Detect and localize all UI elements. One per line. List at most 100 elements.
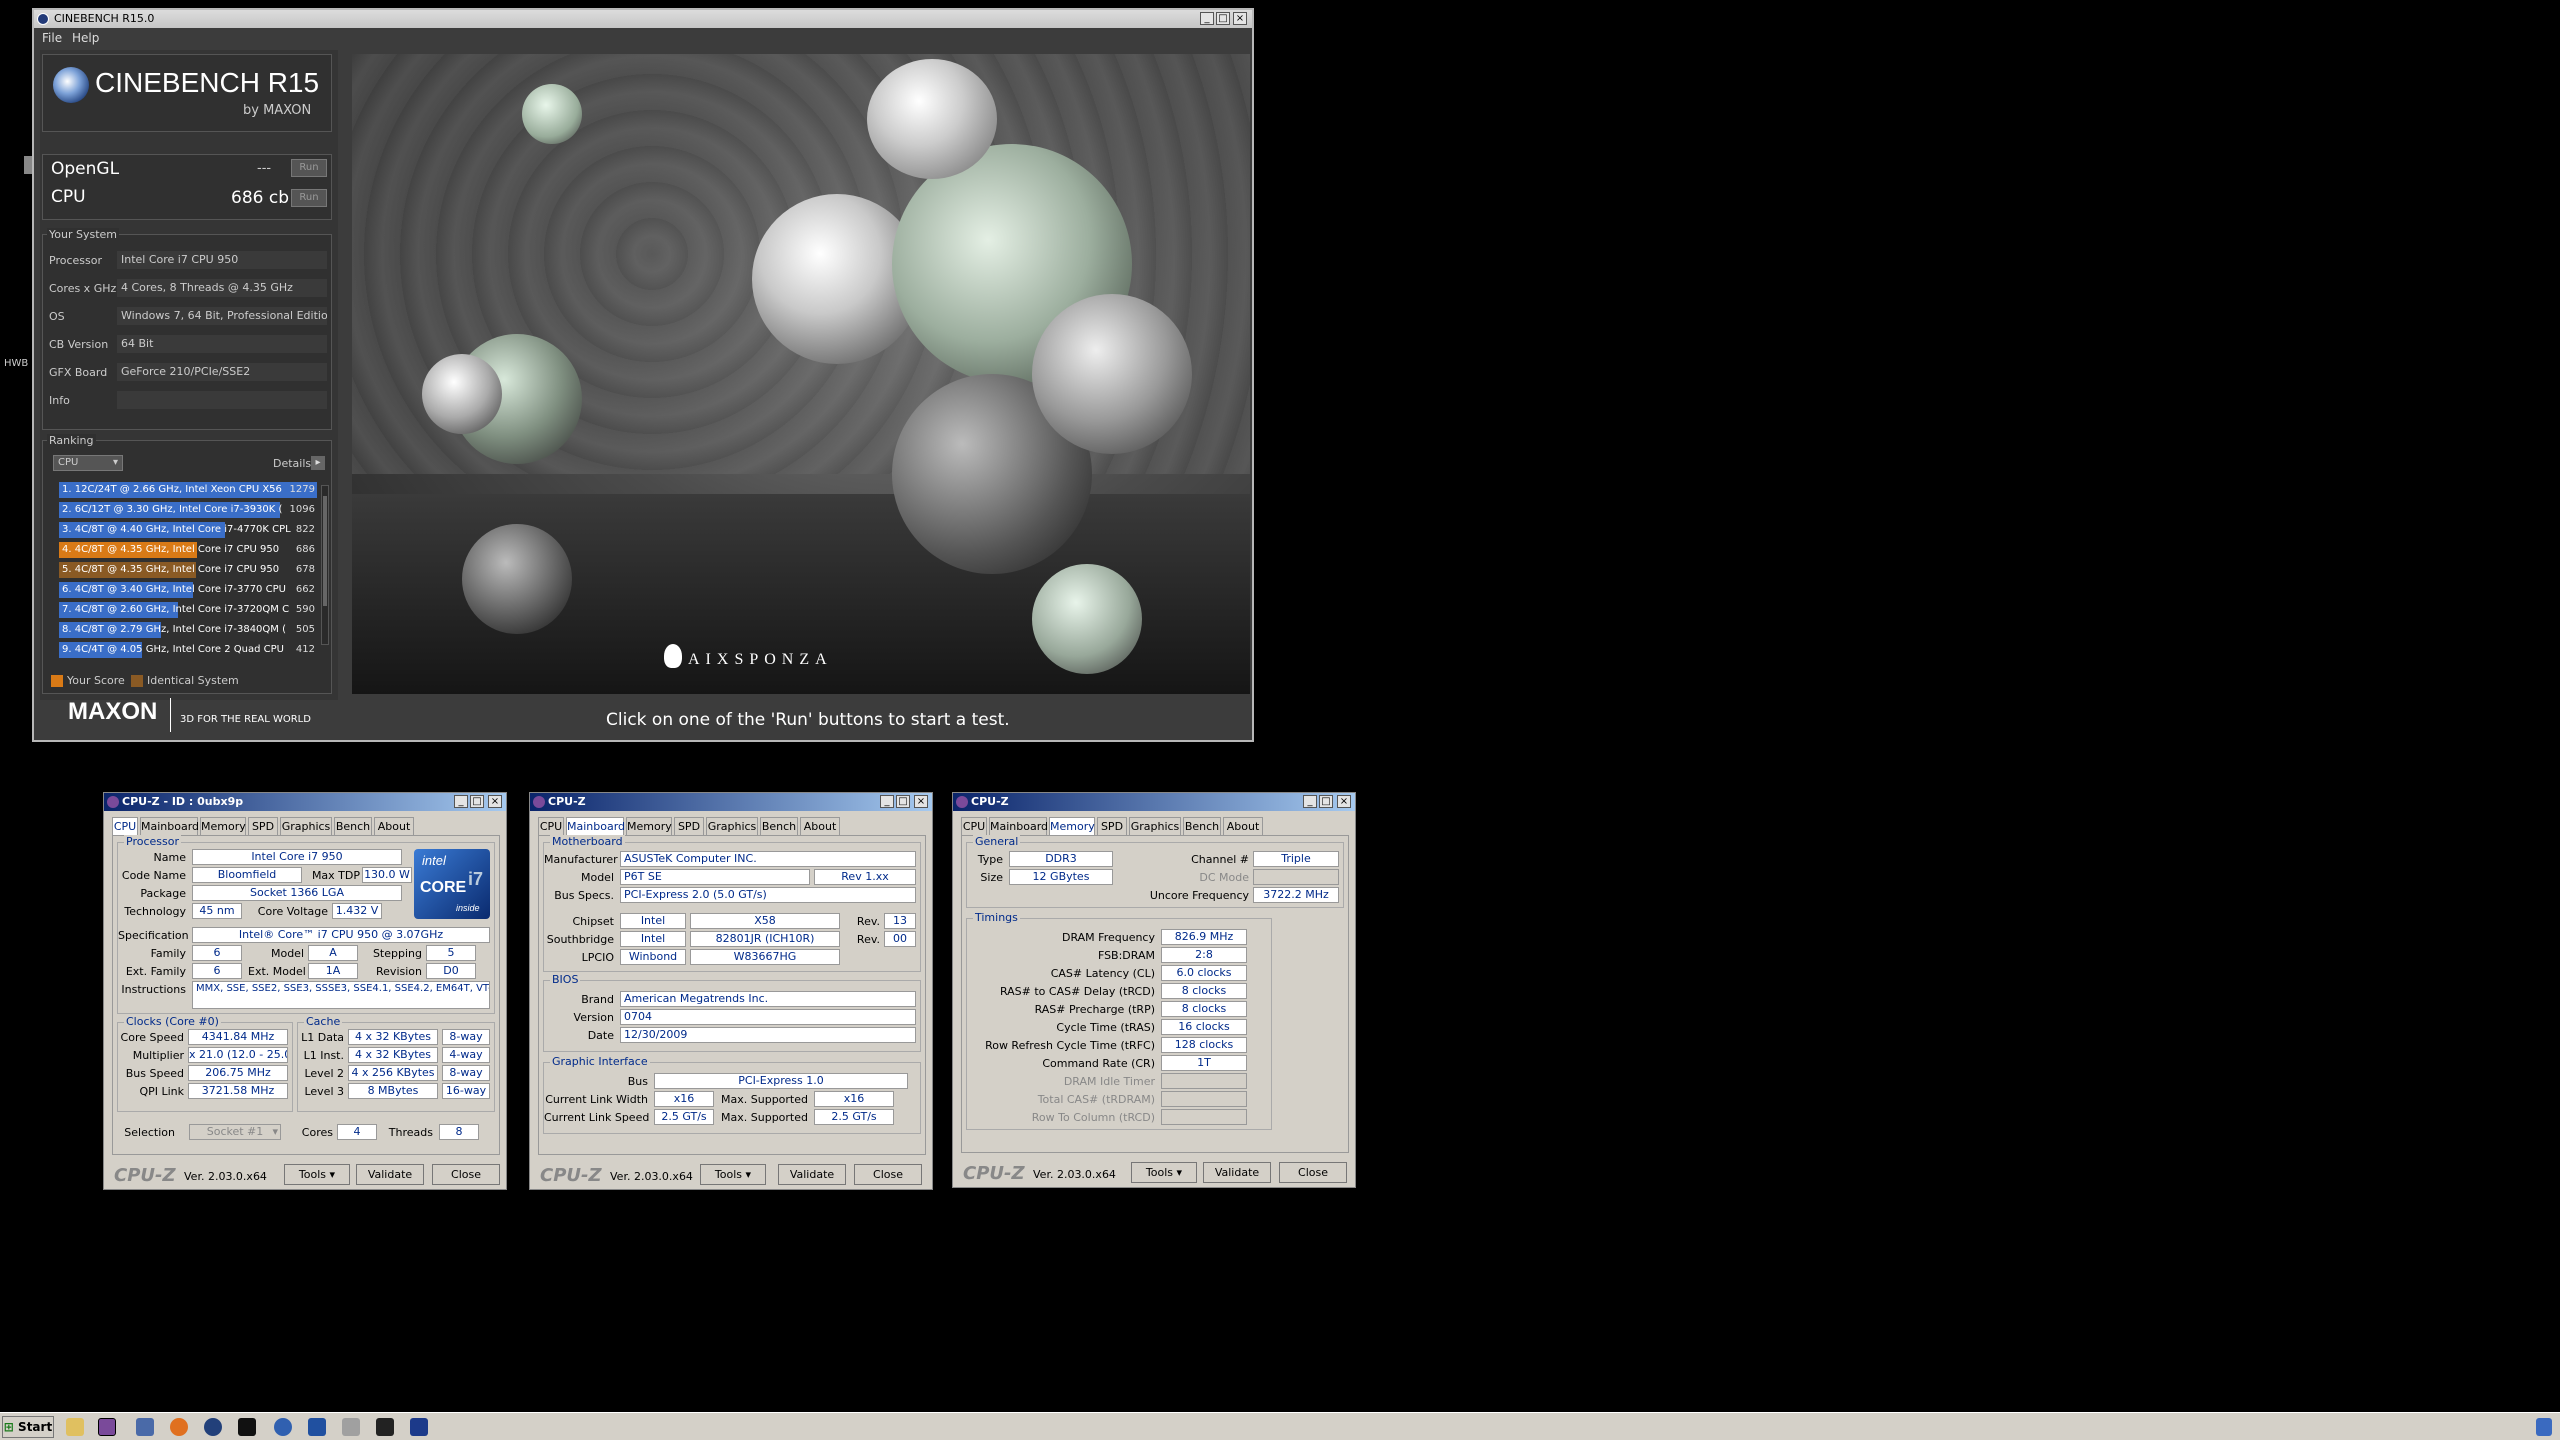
your-system-box: Your System Processor Intel Core i7 CPU 9… [42, 228, 332, 430]
minimize-button[interactable]: _ [880, 795, 894, 808]
ranking-row[interactable]: 7. 4C/8T @ 2.60 GHz, Intel Core i7-3720Q… [59, 601, 319, 619]
close-button[interactable]: × [914, 795, 928, 808]
desktop-icon-label[interactable]: HWB [4, 358, 28, 369]
tab-spd[interactable]: SPD [248, 817, 278, 835]
legend-your-score-swatch [51, 675, 63, 687]
menu-file[interactable]: File [42, 31, 62, 45]
tab-cpu[interactable]: CPU [961, 817, 987, 835]
details-toggle-button[interactable]: ▸ [311, 456, 325, 470]
cpu-tool-icon[interactable] [410, 1418, 428, 1436]
southbridge-model: 82801JR (ICH10R) [690, 931, 840, 947]
level3-value: 8 MBytes [348, 1083, 438, 1099]
tab-bench[interactable]: Bench [1183, 817, 1221, 835]
maximize-button[interactable]: □ [1319, 795, 1333, 808]
floppy-icon[interactable] [136, 1418, 154, 1436]
cinebench-taskbar-icon[interactable] [204, 1418, 222, 1436]
render-sphere [462, 524, 572, 634]
cpu-run-button[interactable]: Run [291, 189, 327, 207]
minimize-button[interactable]: _ [1303, 795, 1317, 808]
ranking-select[interactable]: CPU ▾ [53, 455, 123, 471]
title-bar[interactable]: CPU-Z _ □ × [530, 793, 932, 811]
title-bar[interactable]: CPU-Z _ □ × [953, 793, 1355, 811]
tab-graphics[interactable]: Graphics [280, 817, 332, 835]
ranking-row[interactable]: 2. 6C/12T @ 3.30 GHz, Intel Core i7-3930… [59, 501, 319, 519]
tab-bench[interactable]: Bench [334, 817, 372, 835]
opengl-run-button[interactable]: Run [291, 159, 327, 177]
level2-ways: 8-way [442, 1065, 490, 1081]
tab-bench[interactable]: Bench [760, 817, 798, 835]
bios-version-value: 0704 [620, 1009, 916, 1025]
timings-heading: Timings [973, 911, 1020, 924]
system-value: GeForce 210/PCIe/SSE2 [117, 363, 327, 381]
ranking-row[interactable]: 9. 4C/4T @ 4.05 GHz, Intel Core 2 Quad C… [59, 641, 319, 659]
title-bar[interactable]: CPU-Z - ID : 0ubx9p _ □ × [104, 793, 506, 811]
close-app-button[interactable]: Close [854, 1164, 922, 1185]
tab-mainboard[interactable]: Mainboard [140, 817, 199, 835]
tab-mainboard[interactable]: Mainboard [989, 817, 1048, 835]
tab-cpu[interactable]: CPU [112, 817, 138, 835]
ranking-row[interactable]: 6. 4C/8T @ 3.40 GHz, Intel Core i7-3770 … [59, 581, 319, 599]
gpu-icon[interactable] [308, 1418, 326, 1436]
ranking-row[interactable]: 4. 4C/8T @ 4.35 GHz, Intel Core i7 CPU 9… [59, 541, 319, 559]
minimize-button[interactable]: _ [454, 795, 468, 808]
tab-graphics[interactable]: Graphics [706, 817, 758, 835]
ranking-row[interactable]: 3. 4C/8T @ 4.40 GHz, Intel Core i7-4770K… [59, 521, 319, 539]
tab-cpu[interactable]: CPU [538, 817, 564, 835]
start-button[interactable]: ⊞ Start [2, 1416, 54, 1438]
chevron-down-icon: ▾ [1176, 1166, 1183, 1179]
bios-group: BIOS Brand American Megatrends Inc. Vers… [543, 973, 921, 1052]
tab-about[interactable]: About [800, 817, 840, 835]
globe-icon[interactable] [274, 1418, 292, 1436]
close-button[interactable]: × [1233, 12, 1247, 25]
tab-memory[interactable]: Memory [200, 817, 246, 835]
nvidia-icon[interactable] [376, 1418, 394, 1436]
ranking-row[interactable]: 5. 4C/8T @ 4.35 GHz, Intel Core i7 CPU 9… [59, 561, 319, 579]
validate-button[interactable]: Validate [1203, 1162, 1271, 1183]
maximize-button[interactable]: □ [470, 795, 484, 808]
close-button[interactable]: × [488, 795, 502, 808]
ranking-row[interactable]: 1. 12C/24T @ 2.66 GHz, Intel Xeon CPU X5… [59, 481, 319, 499]
tools-button[interactable]: Tools ▾ [1131, 1162, 1197, 1183]
close-app-button[interactable]: Close [432, 1164, 500, 1185]
tab-about[interactable]: About [374, 817, 414, 835]
menu-help[interactable]: Help [72, 31, 99, 45]
tab-spd[interactable]: SPD [674, 817, 704, 835]
tab-graphics[interactable]: Graphics [1129, 817, 1181, 835]
console-icon[interactable] [238, 1418, 256, 1436]
maximize-button[interactable]: □ [896, 795, 910, 808]
tray-notification-icon[interactable] [2536, 1418, 2552, 1436]
tools-button[interactable]: Tools ▾ [284, 1164, 350, 1185]
tab-memory[interactable]: Memory [626, 817, 672, 835]
window-title: CPU-Z [548, 795, 586, 808]
tab-memory[interactable]: Memory [1049, 817, 1095, 835]
title-bar[interactable]: CINEBENCH R15.0 _ □ × [34, 10, 1252, 28]
close-app-button[interactable]: Close [1279, 1162, 1347, 1183]
southbridge-rev-label: Rev. [856, 933, 880, 946]
explorer-icon[interactable] [66, 1418, 84, 1436]
selection-select[interactable]: Socket #1 ▾ [189, 1124, 281, 1140]
ranking-row[interactable]: 8. 4C/8T @ 2.79 GHz, Intel Core i7-3840Q… [59, 621, 319, 639]
version-label: Version [573, 1011, 614, 1024]
ranking-list[interactable]: 1. 12C/24T @ 2.66 GHz, Intel Xeon CPU X5… [43, 481, 333, 658]
ranking-label: 6. 4C/8T @ 3.40 GHz, Intel Core i7-3770 … [62, 584, 286, 595]
tools-button[interactable]: Tools ▾ [700, 1164, 766, 1185]
maximize-button[interactable]: □ [1216, 12, 1230, 25]
desktop-icon[interactable] [24, 156, 32, 174]
footer: CPU-Z Ver. 2.03.0.x64 Tools ▾ Validate C… [530, 1161, 932, 1189]
close-button[interactable]: × [1337, 795, 1351, 808]
tab-about[interactable]: About [1223, 817, 1263, 835]
bios-heading: BIOS [550, 973, 581, 986]
tab-spd[interactable]: SPD [1097, 817, 1127, 835]
logo-box: CINEBENCH R15 by MAXON [42, 54, 332, 132]
tool-icon[interactable] [342, 1418, 360, 1436]
ranking-scrollbar[interactable] [321, 485, 329, 645]
validate-button[interactable]: Validate [778, 1164, 846, 1185]
tab-mainboard[interactable]: Mainboard [566, 817, 625, 835]
timing-label: CAS# Latency (CL) [1050, 967, 1155, 980]
firefox-icon[interactable] [170, 1418, 188, 1436]
minimize-button[interactable]: _ [1200, 12, 1214, 25]
max-supported-width-label: Max. Supported [721, 1093, 808, 1106]
validate-button[interactable]: Validate [356, 1164, 424, 1185]
system-label: Cores x GHz [49, 282, 117, 295]
cpuz-taskbar-icon[interactable] [98, 1418, 116, 1436]
